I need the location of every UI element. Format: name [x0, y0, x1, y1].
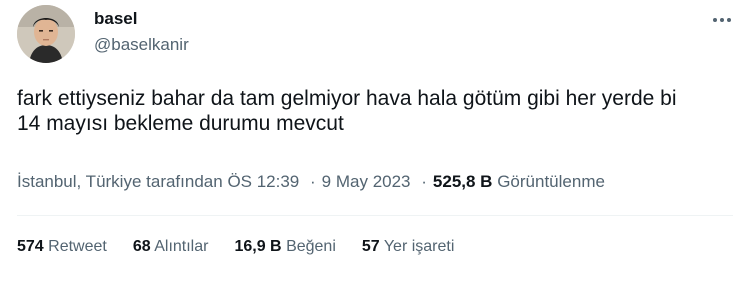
avatar-photo — [17, 5, 75, 63]
bookmarks-label: Yer işareti — [383, 238, 455, 255]
likes-label: Beğeni — [286, 238, 336, 255]
quotes-label: Alıntılar — [154, 238, 209, 255]
quotes-count: 68 — [132, 238, 151, 255]
tweet-date[interactable]: 9 May 2023 — [322, 172, 411, 191]
tweet-text: fark ettiyseniz bahar da tam gelmiyor ha… — [17, 86, 733, 136]
more-dots-icon — [713, 18, 731, 22]
divider — [17, 215, 733, 216]
retweets-label: Retweet — [48, 238, 107, 255]
quotes-stat[interactable]: 68 Alıntılar — [133, 238, 209, 256]
avatar[interactable] — [17, 5, 75, 63]
likes-count: 16,9 B — [234, 238, 282, 255]
tweet-text-line-1: fark ettiyseniz bahar da tam gelmiyor ha… — [17, 87, 677, 110]
tweet-text-line-2: 14 mayısı bekleme durumu mevcut — [17, 112, 344, 135]
tweet-time[interactable]: ÖS 12:39 — [227, 172, 299, 191]
display-name[interactable]: basel — [94, 9, 137, 29]
tweet-stats: 574 Retweet 68 Alıntılar 16,9 B Beğeni 5… — [17, 238, 454, 256]
views-count: 525,8 B — [432, 172, 493, 191]
more-options-button[interactable] — [708, 6, 736, 34]
bookmarks-count: 57 — [361, 238, 380, 255]
tweet-meta: İstanbul, Türkiye tarafından ÖS 12:39 · 9… — [17, 172, 605, 192]
user-handle[interactable]: @baselkanir — [94, 35, 189, 55]
likes-stat[interactable]: 16,9 B Beğeni — [234, 238, 335, 256]
tweet-location: İstanbul, Türkiye tarafından — [17, 172, 223, 191]
views-label: Görüntülenme — [497, 172, 605, 191]
meta-separator: · — [310, 172, 316, 191]
meta-separator: · — [421, 172, 427, 191]
retweets-stat[interactable]: 574 Retweet — [17, 238, 107, 256]
bookmarks-stat[interactable]: 57 Yer işareti — [362, 238, 455, 256]
retweets-count: 574 — [17, 238, 44, 255]
